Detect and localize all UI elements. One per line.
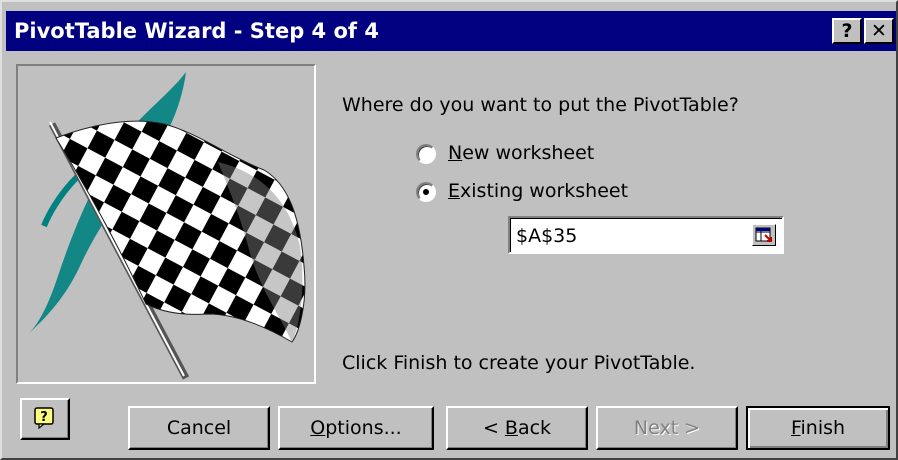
back-prefix: < [482, 417, 505, 439]
options-accel: O [310, 417, 326, 439]
finish-button[interactable]: Finish [746, 406, 890, 450]
destination-reference-input[interactable]: $A$35 [508, 216, 784, 254]
window-title: PivotTable Wizard - Step 4 of 4 [14, 19, 379, 43]
back-text: ack [517, 417, 552, 439]
existing-worksheet-label[interactable]: Existing worksheet [448, 180, 628, 202]
office-assistant-button[interactable]: ? [20, 398, 70, 440]
existing-worksheet-text: xisting worksheet [460, 180, 629, 202]
pivot-wizard-dialog: PivotTable Wizard - Step 4 of 4 ? ✕ Wher… [0, 0, 898, 460]
help-title-button[interactable]: ? [832, 18, 862, 44]
options-text: ptions... [325, 417, 402, 439]
wizard-picture [16, 64, 316, 384]
placement-question: Where do you want to put the PivotTable? [342, 94, 739, 116]
finish-accel: F [790, 417, 801, 439]
close-title-button[interactable]: ✕ [864, 18, 894, 44]
new-worksheet-radio[interactable] [416, 144, 436, 164]
new-worksheet-label[interactable]: New worksheet [448, 142, 594, 164]
checkered-flag-icon [26, 72, 306, 380]
destination-reference-value[interactable]: $A$35 [516, 225, 577, 247]
radio-selected-dot [423, 189, 429, 195]
cancel-button[interactable]: Cancel [128, 406, 270, 450]
collapse-dialog-icon [755, 227, 772, 242]
back-accel: B [504, 417, 518, 439]
svg-text:?: ? [40, 410, 48, 425]
back-button[interactable]: < Back [446, 406, 588, 450]
options-button[interactable]: Options... [278, 406, 434, 450]
collapse-dialog-button[interactable] [752, 224, 776, 246]
office-assistant-help-icon: ? [34, 407, 54, 429]
new-worksheet-text: ew worksheet [462, 142, 595, 164]
finish-hint: Click Finish to create your PivotTable. [342, 352, 696, 374]
existing-worksheet-radio[interactable] [416, 182, 436, 202]
finish-text: inish [800, 417, 846, 439]
new-worksheet-accel: N [448, 142, 463, 164]
existing-worksheet-accel: E [448, 180, 461, 202]
next-button[interactable]: Next > [596, 406, 738, 450]
title-bar[interactable]: PivotTable Wizard - Step 4 of 4 ? ✕ [6, 11, 896, 51]
